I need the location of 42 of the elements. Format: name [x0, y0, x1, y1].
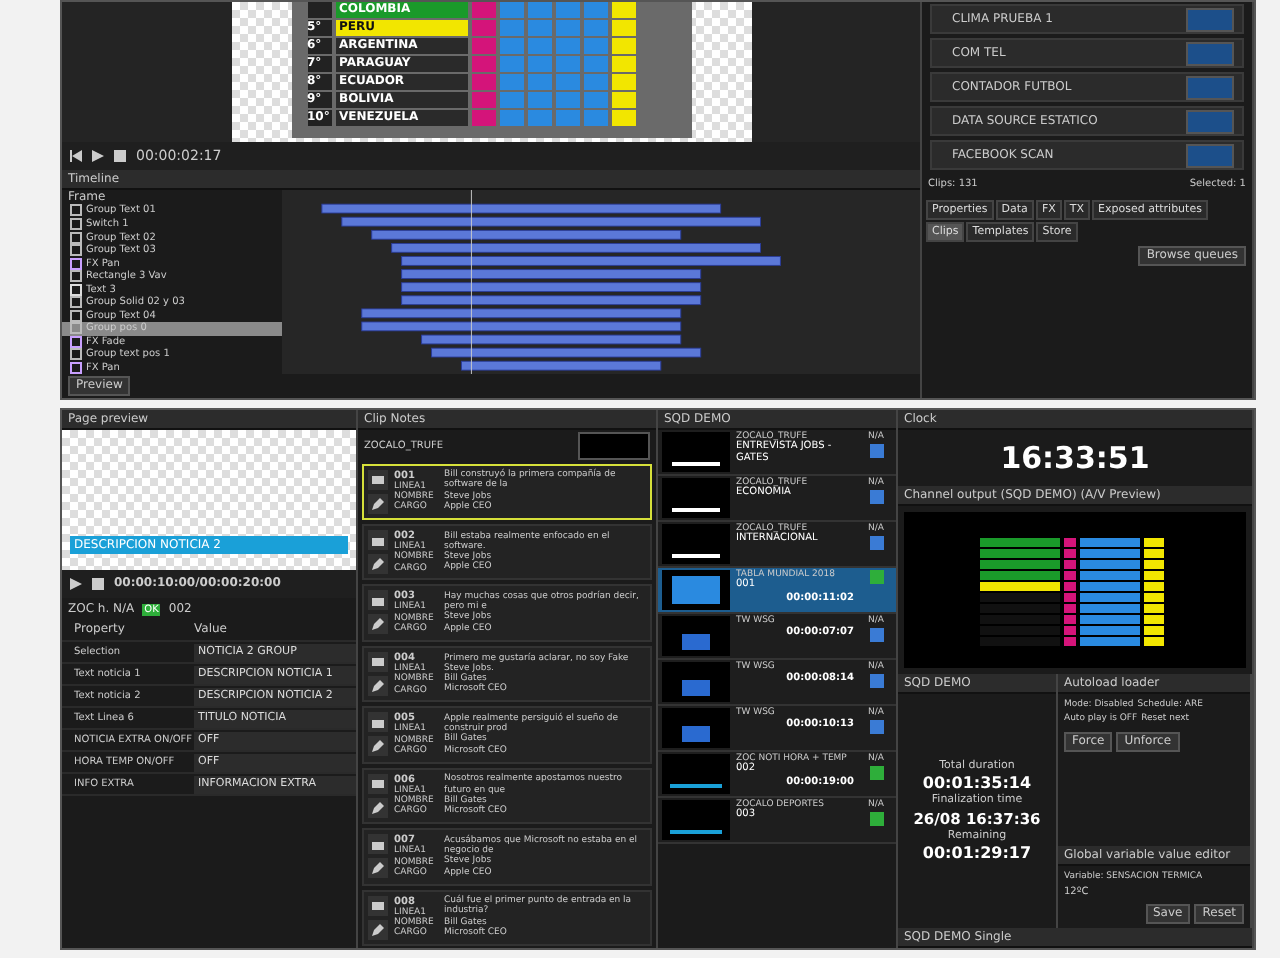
total-duration: 00:01:35:14	[922, 774, 1032, 793]
pencil-icon[interactable]	[372, 618, 384, 631]
clip-thumbnail	[662, 616, 730, 656]
clapperboard-icon	[372, 778, 384, 789]
rectangle-icon	[70, 270, 82, 283]
clapperboard-icon	[372, 535, 384, 546]
clapperboard-icon	[372, 474, 384, 485]
clapperboard-icon	[372, 717, 384, 728]
template-thumbnail	[578, 431, 650, 460]
remaining-time: 00:01:29:17	[922, 844, 1032, 863]
skip-back-icon[interactable]	[70, 150, 82, 162]
clip-thumbnail	[1186, 75, 1234, 99]
clip-thumbnail	[662, 800, 730, 840]
pencil-icon[interactable]	[372, 923, 384, 936]
effect-icon	[70, 257, 82, 270]
play-icon[interactable]	[70, 578, 82, 590]
clip-thumbnail	[1186, 109, 1234, 133]
pencil-icon[interactable]	[372, 497, 384, 510]
pencil-icon[interactable]	[372, 740, 384, 753]
clip-thumbnail	[662, 708, 730, 748]
clip-thumbnail	[662, 524, 730, 564]
pencil-icon[interactable]	[372, 679, 384, 692]
clip-thumbnail	[662, 478, 730, 518]
clip-thumbnail	[662, 432, 730, 472]
pencil-icon[interactable]	[372, 862, 384, 875]
clip-thumbnail	[1186, 7, 1234, 31]
clip-thumbnail	[662, 662, 730, 702]
clapperboard-icon	[372, 839, 384, 850]
pencil-icon[interactable]	[372, 558, 384, 571]
clapperboard-icon	[372, 595, 384, 606]
clapperboard-icon	[372, 900, 384, 911]
clip-thumbnail	[1186, 143, 1234, 167]
play-icon[interactable]	[92, 150, 104, 162]
clock-time: 16:33:51	[1000, 440, 1150, 476]
clip-thumbnail	[662, 754, 730, 794]
group-icon	[70, 204, 82, 217]
clapperboard-icon	[372, 656, 384, 667]
text-icon	[70, 283, 82, 296]
clip-thumbnail	[1186, 41, 1234, 65]
pencil-icon[interactable]	[372, 801, 384, 814]
switch-icon	[70, 217, 82, 230]
clip-thumbnail	[662, 570, 730, 610]
